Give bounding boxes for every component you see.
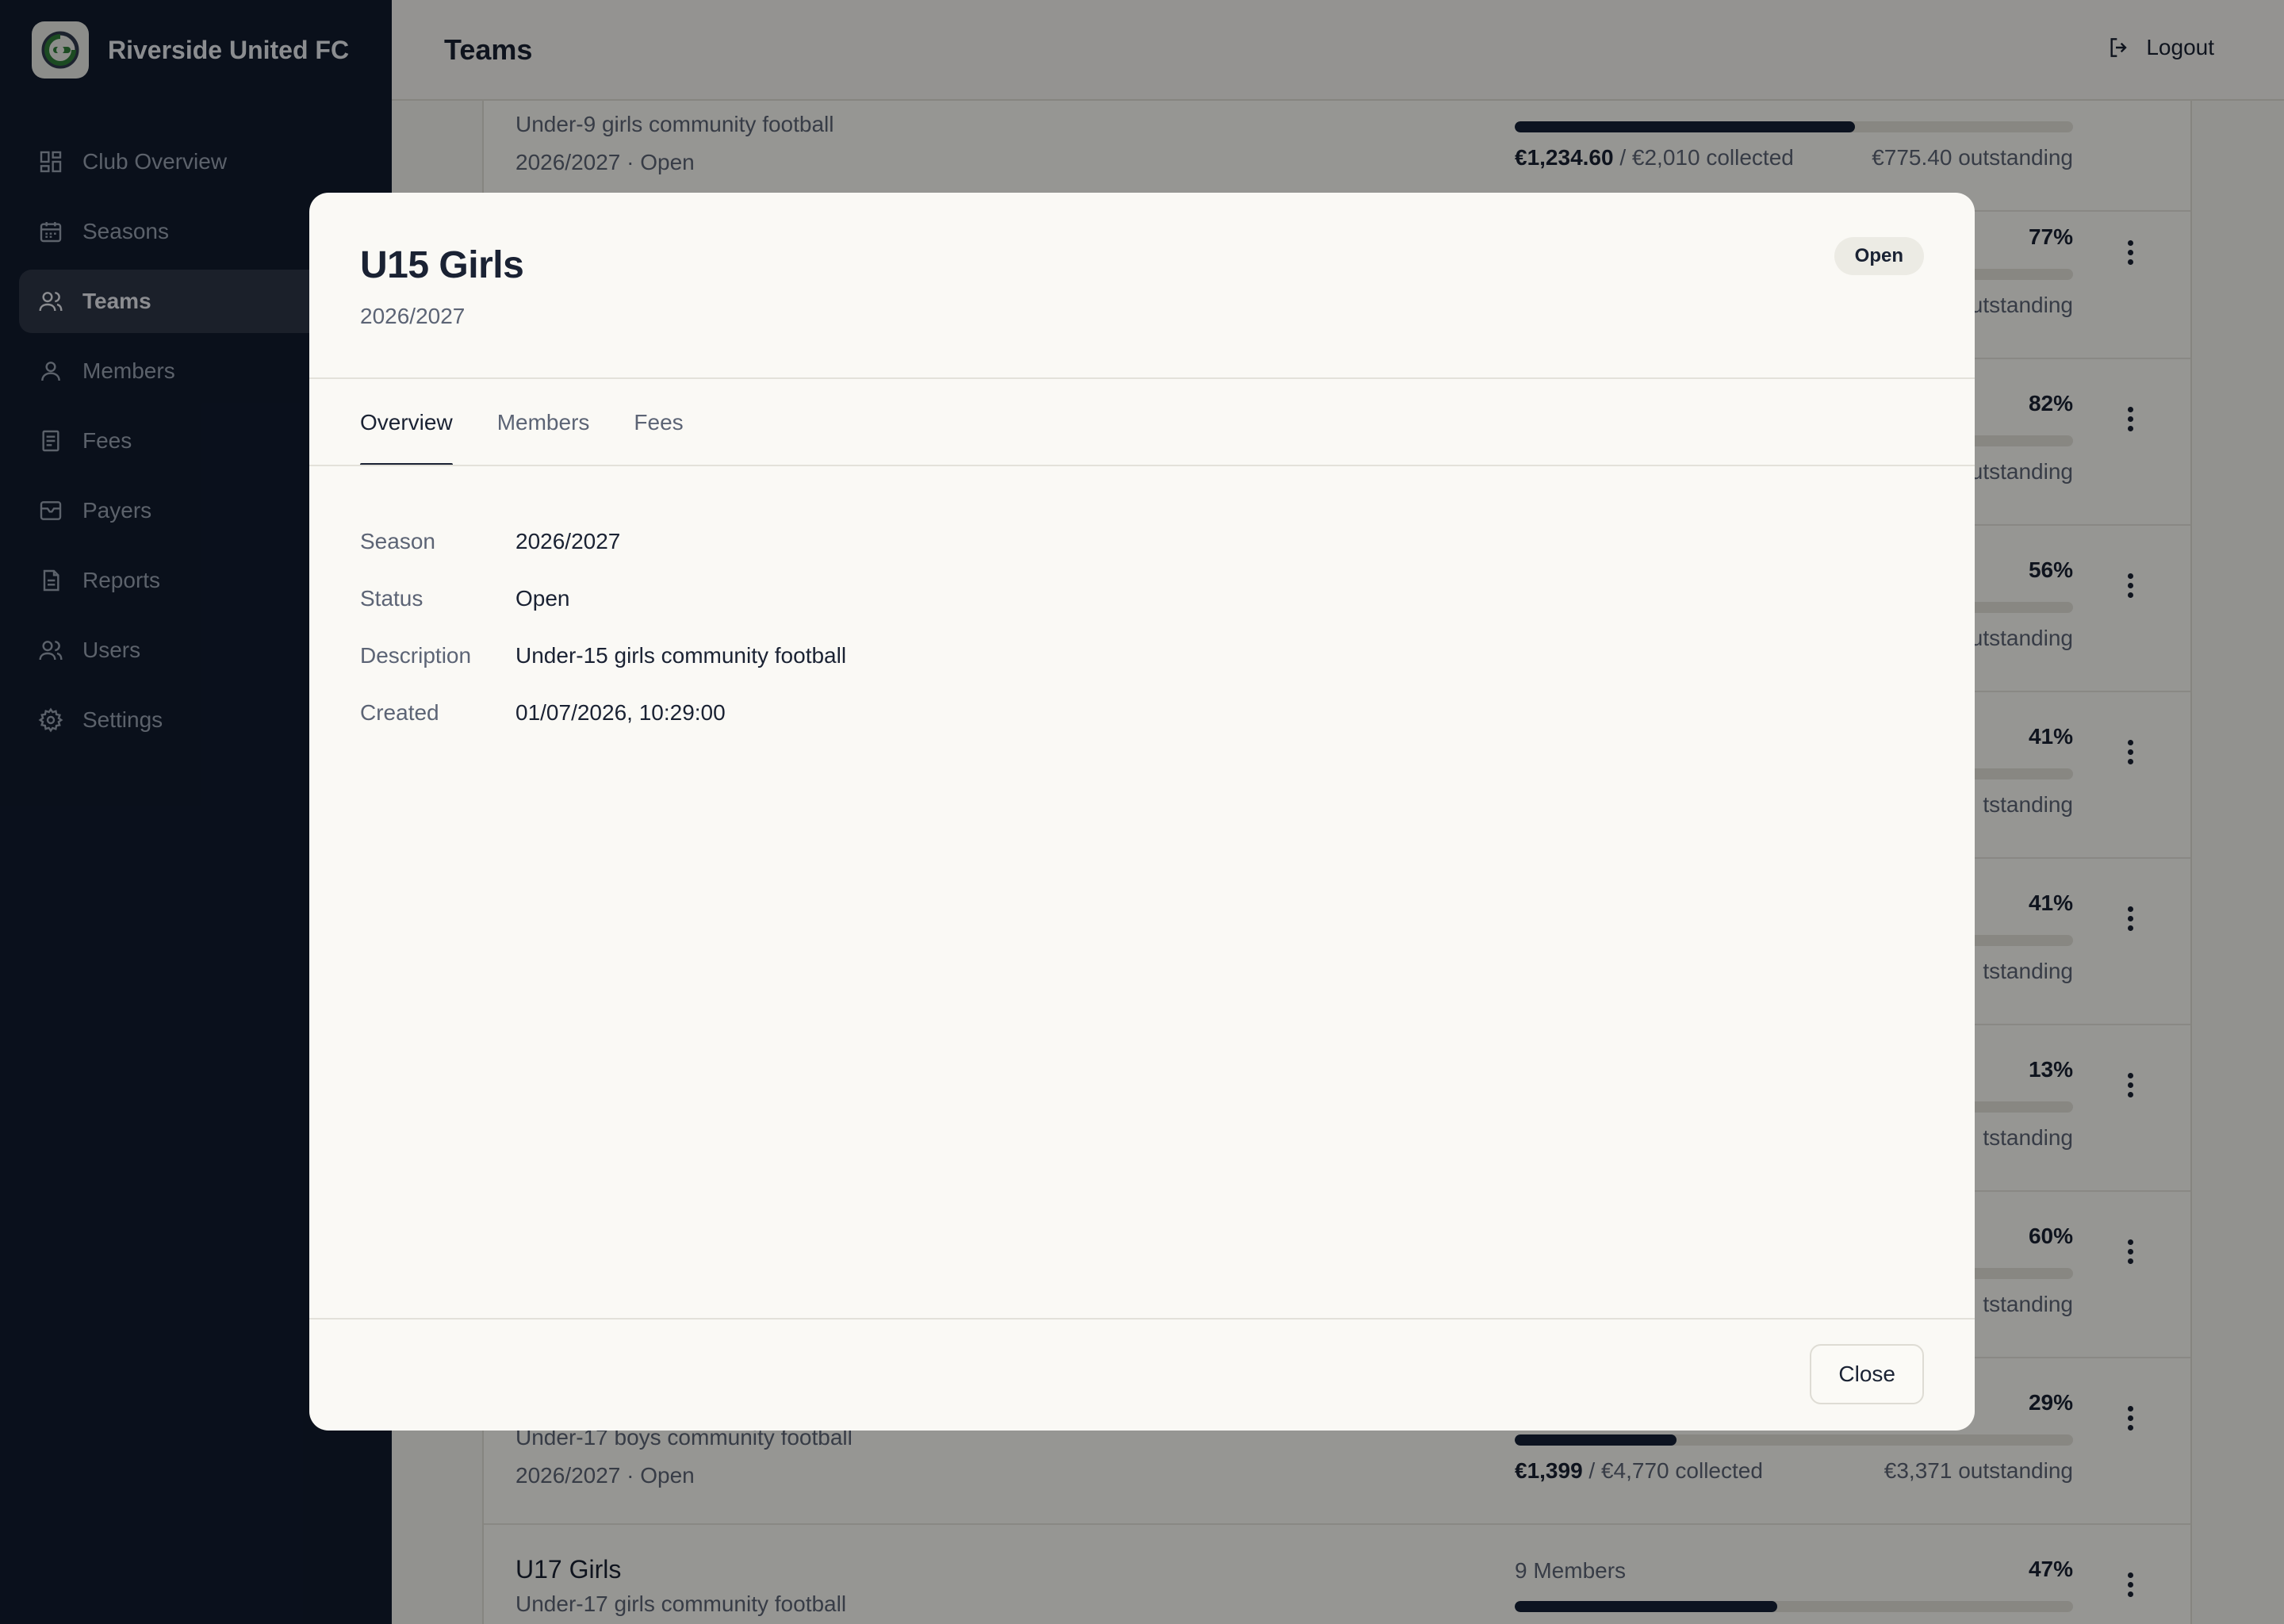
- detail-row-season: Season 2026/2027: [360, 513, 846, 570]
- divider: [309, 465, 1975, 466]
- detail-row-created: Created 01/07/2026, 10:29:00: [360, 684, 846, 741]
- detail-label: Season: [360, 529, 435, 553]
- tab-overview[interactable]: Overview: [360, 379, 453, 466]
- detail-label: Status: [360, 586, 423, 611]
- details-list: Season 2026/2027 Status Open Description…: [360, 513, 846, 741]
- tab-members[interactable]: Members: [497, 379, 590, 466]
- modal-subtitle: 2026/2027: [360, 304, 466, 328]
- detail-row-description: Description Under-15 girls community foo…: [360, 627, 846, 684]
- team-detail-modal: U15 Girls 2026/2027 Open Overview Member…: [309, 193, 1975, 1431]
- detail-value: 2026/2027: [515, 529, 621, 553]
- detail-row-status: Status Open: [360, 570, 846, 627]
- detail-label: Created: [360, 700, 439, 725]
- divider: [309, 1318, 1975, 1320]
- detail-label: Description: [360, 643, 472, 668]
- modal-title: U15 Girls: [360, 244, 524, 286]
- close-button[interactable]: Close: [1810, 1344, 1924, 1404]
- detail-value: Open: [515, 586, 570, 611]
- detail-value: 01/07/2026, 10:29:00: [515, 700, 726, 725]
- detail-value: Under-15 girls community football: [515, 643, 847, 668]
- status-badge: Open: [1834, 237, 1924, 275]
- modal-tabs: Overview Members Fees: [360, 379, 728, 466]
- tab-fees[interactable]: Fees: [634, 379, 683, 466]
